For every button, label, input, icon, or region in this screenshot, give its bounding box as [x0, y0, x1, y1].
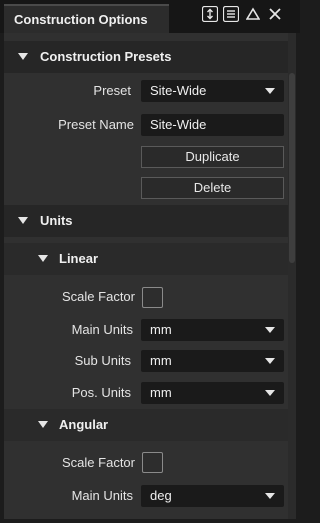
- subsection-linear[interactable]: Linear: [4, 243, 296, 275]
- subsection-title: Linear: [59, 251, 99, 266]
- expand-arrow-icon: [18, 53, 28, 60]
- linear-scale-factor-label: Scale Factor: [62, 289, 135, 304]
- chevron-down-icon: [265, 88, 275, 94]
- angular-main-units-label: Main Units: [71, 488, 133, 503]
- collapse-icon[interactable]: [244, 5, 262, 23]
- chevron-down-icon: [265, 493, 275, 499]
- delete-button[interactable]: Delete: [141, 177, 284, 199]
- chevron-down-icon: [265, 390, 275, 396]
- linear-sub-units-label: Sub Units: [74, 353, 131, 368]
- preset-dropdown[interactable]: Site-Wide: [141, 80, 284, 102]
- preset-name-field[interactable]: Site-Wide: [141, 114, 284, 136]
- menu-icon[interactable]: [222, 5, 240, 23]
- chevron-down-icon: [265, 358, 275, 364]
- scrollbar-thumb[interactable]: [289, 73, 295, 263]
- expand-arrow-icon: [38, 421, 48, 428]
- close-icon[interactable]: [266, 5, 284, 23]
- linear-pos-units-label: Pos. Units: [71, 385, 131, 400]
- angular-main-units-value: deg: [150, 488, 172, 503]
- preset-value: Site-Wide: [150, 83, 207, 98]
- duplicate-button[interactable]: Duplicate: [141, 146, 284, 168]
- angular-scale-factor-label: Scale Factor: [62, 455, 135, 470]
- expand-arrow-icon: [38, 255, 48, 262]
- subsection-title: Angular: [59, 417, 109, 432]
- linear-sub-units-dropdown[interactable]: mm: [141, 350, 284, 372]
- preset-name-label: Preset Name: [58, 117, 134, 132]
- linear-main-units-dropdown[interactable]: mm: [141, 319, 284, 341]
- angular-main-units-dropdown[interactable]: deg: [141, 485, 284, 507]
- linear-main-units-value: mm: [150, 322, 172, 337]
- options-panel: Construction Presets Preset Site-Wide Pr…: [4, 33, 296, 519]
- section-title: Units: [40, 213, 73, 228]
- linear-scale-factor-checkbox[interactable]: [142, 287, 163, 308]
- tab-construction-options[interactable]: Construction Options: [4, 4, 169, 33]
- resize-vertical-icon[interactable]: [201, 5, 219, 23]
- section-construction-presets[interactable]: Construction Presets: [4, 41, 296, 73]
- subsection-angular[interactable]: Angular: [4, 409, 296, 441]
- scrollbar[interactable]: [288, 33, 296, 519]
- section-units[interactable]: Units: [4, 205, 296, 237]
- tab-bar: Construction Options: [0, 0, 300, 33]
- section-title: Construction Presets: [40, 49, 172, 64]
- linear-main-units-label: Main Units: [71, 322, 133, 337]
- expand-arrow-icon: [18, 217, 28, 224]
- linear-sub-units-value: mm: [150, 353, 172, 368]
- linear-pos-units-value: mm: [150, 385, 172, 400]
- chevron-down-icon: [265, 327, 275, 333]
- preset-label: Preset: [93, 83, 131, 98]
- linear-pos-units-dropdown[interactable]: mm: [141, 382, 284, 404]
- angular-scale-factor-checkbox[interactable]: [142, 452, 163, 473]
